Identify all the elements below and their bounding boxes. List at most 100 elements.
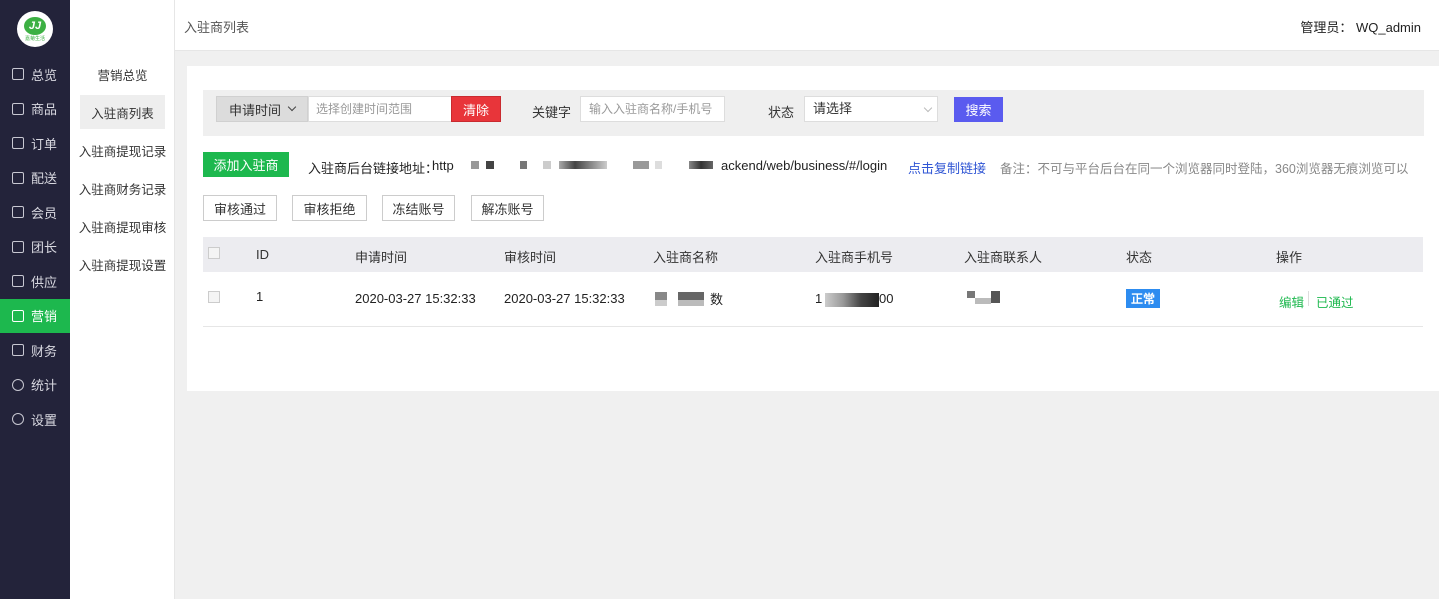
redaction-mosaic — [975, 298, 991, 304]
nav-label: 订单 — [31, 136, 58, 152]
redaction-mosaic — [486, 161, 494, 169]
edit-link[interactable]: 编辑 — [1279, 292, 1304, 311]
redaction-mosaic — [471, 161, 479, 169]
finance-icon — [12, 344, 24, 357]
link-address-suffix: ackend/web/business/#/login — [721, 158, 888, 173]
chevron-down-icon — [923, 103, 933, 113]
chevron-down-icon — [287, 102, 297, 112]
col-header: 申请时间 — [355, 250, 408, 265]
add-merchant-button[interactable]: 添加入驻商 — [203, 152, 289, 177]
link-address-prefix: http — [432, 158, 454, 173]
gift-icon — [12, 309, 24, 322]
redaction-mosaic — [678, 292, 704, 300]
delivery-icon — [12, 171, 24, 184]
nav-label: 统计 — [31, 378, 58, 394]
col-header: 审核时间 — [504, 250, 557, 265]
copy-link[interactable]: 点击复制链接 — [908, 158, 986, 177]
user-icon — [12, 206, 24, 219]
chart-icon — [12, 378, 24, 391]
subnav-item-finance-records[interactable]: 入驻商财务记录 — [79, 171, 167, 205]
select-all-checkbox[interactable] — [208, 247, 220, 259]
cell-apply-time: 2020-03-27 15:32:33 — [355, 291, 476, 306]
nav-item-goods[interactable]: 商品 — [0, 92, 70, 127]
table-header: ID 申请时间 审核时间 入驻商名称 入驻商手机号 入驻商联系人 状态 操作 — [203, 237, 1423, 272]
gear-icon — [12, 413, 24, 426]
nav-label: 配送 — [31, 171, 58, 187]
nav-item-settings[interactable]: 设置 — [0, 402, 70, 437]
nav-label: 会员 — [31, 205, 58, 221]
redaction-mosaic — [967, 291, 975, 298]
nav-item-leaders[interactable]: 团长 — [0, 230, 70, 265]
nav-label: 财务 — [31, 343, 58, 359]
clear-button[interactable]: 清除 — [451, 96, 501, 122]
redaction-mosaic — [633, 161, 649, 169]
subnav-item-withdraw-review[interactable]: 入驻商提现审核 — [79, 209, 167, 243]
freeze-button[interactable]: 冻结账号 — [382, 195, 455, 221]
table-row: 1 2020-03-27 15:32:33 2020-03-27 15:32:3… — [203, 272, 1423, 327]
top-bar: 入驻商列表 管理员： WQ_admin — [175, 0, 1439, 51]
cell-review-time: 2020-03-27 15:32:33 — [504, 291, 625, 306]
col-header: ID — [256, 247, 269, 262]
box-icon — [12, 102, 24, 115]
nav-item-overview[interactable]: 总览 — [0, 57, 70, 92]
divider — [1308, 291, 1309, 306]
nav-label: 商品 — [31, 102, 58, 118]
approve-button[interactable]: 审核通过 — [203, 195, 277, 221]
secondary-nav: 营销总览 入驻商列表 入驻商提现记录 入驻商财务记录 入驻商提现审核 入驻商提现… — [70, 57, 175, 285]
col-header: 入驻商名称 — [653, 250, 719, 265]
nav-item-members[interactable]: 会员 — [0, 195, 70, 230]
nav-label: 营销 — [31, 309, 58, 325]
secondary-sidebar: 营销总览 入驻商列表 入驻商提现记录 入驻商财务记录 入驻商提现审核 入驻商提现… — [70, 0, 175, 599]
nav-label: 供应 — [31, 274, 58, 290]
subnav-item-withdraw-settings[interactable]: 入驻商提现设置 — [79, 247, 167, 281]
home-icon — [12, 68, 24, 81]
logo-text: 嘉菊生活 — [24, 35, 45, 42]
nav-label: 团长 — [31, 240, 58, 256]
keyword-label: 关键字 — [532, 105, 572, 120]
redaction-mosaic — [559, 161, 607, 169]
cell-id: 1 — [256, 289, 264, 304]
subnav-item-withdraw-records[interactable]: 入驻商提现记录 — [79, 133, 167, 167]
main-card: 申请时间 选择创建时间范围 清除 关键字 输入入驻商名称/手机号 状态 请选择 … — [187, 66, 1439, 391]
brand-logo[interactable]: JJ 嘉菊生活 — [17, 11, 53, 47]
keyword-input[interactable]: 输入入驻商名称/手机号 — [580, 96, 725, 122]
unfreeze-button[interactable]: 解冻账号 — [471, 195, 544, 221]
merchant-table: ID 申请时间 审核时间 入驻商名称 入驻商手机号 入驻商联系人 状态 操作 1… — [203, 237, 1423, 327]
search-button[interactable]: 搜索 — [954, 97, 1003, 122]
cell-merchant-name: 数 — [710, 292, 724, 307]
nav-item-finance[interactable]: 财务 — [0, 333, 70, 368]
breadcrumb: 入驻商列表 — [184, 20, 250, 35]
subnav-item-marketing-overview[interactable]: 营销总览 — [80, 57, 165, 91]
redaction-mosaic — [991, 291, 1000, 303]
order-icon — [12, 137, 24, 150]
date-range-input[interactable]: 选择创建时间范围 — [308, 96, 453, 122]
nav-item-marketing[interactable]: 营销 — [0, 298, 70, 333]
filter-bar: 申请时间 选择创建时间范围 清除 关键字 输入入驻商名称/手机号 状态 请选择 … — [203, 90, 1424, 136]
status-label: 状态 — [768, 105, 795, 120]
logo-mark: JJ — [24, 16, 46, 35]
nav-item-delivery[interactable]: 配送 — [0, 161, 70, 196]
redaction-mosaic — [543, 161, 551, 169]
primary-sidebar: JJ 嘉菊生活 总览 商品 订单 配送 会员 团长 供应 营销 财务 统计 设置 — [0, 0, 70, 599]
nav-item-supply[interactable]: 供应 — [0, 264, 70, 299]
status-select[interactable]: 请选择 — [804, 96, 938, 122]
reject-button[interactable]: 审核拒绝 — [292, 195, 367, 221]
group-icon — [12, 240, 24, 253]
redaction-mosaic — [655, 292, 667, 300]
primary-nav: 总览 商品 订单 配送 会员 团长 供应 营销 财务 统计 设置 — [0, 57, 70, 437]
col-header: 操作 — [1276, 250, 1303, 265]
passed-link[interactable]: 已通过 — [1316, 292, 1354, 311]
supply-icon — [12, 275, 24, 288]
col-header: 状态 — [1126, 250, 1153, 265]
col-header: 入驻商联系人 — [964, 250, 1043, 265]
nav-label: 设置 — [31, 412, 58, 428]
remark-text: 备注：不可与平台后台在同一个浏览器同时登陆，360浏览器无痕浏览可以 — [1000, 162, 1409, 176]
link-row: 添加入驻商 入驻商后台链接地址： http ackend/web/busines… — [203, 152, 1424, 178]
status-select-value: 请选择 — [813, 101, 853, 116]
row-checkbox[interactable] — [208, 291, 220, 303]
subnav-item-merchant-list[interactable]: 入驻商列表 — [80, 95, 165, 129]
nav-item-orders[interactable]: 订单 — [0, 126, 70, 161]
nav-label: 总览 — [31, 67, 58, 83]
date-type-dropdown[interactable]: 申请时间 — [216, 96, 308, 122]
nav-item-stats[interactable]: 统计 — [0, 368, 70, 403]
